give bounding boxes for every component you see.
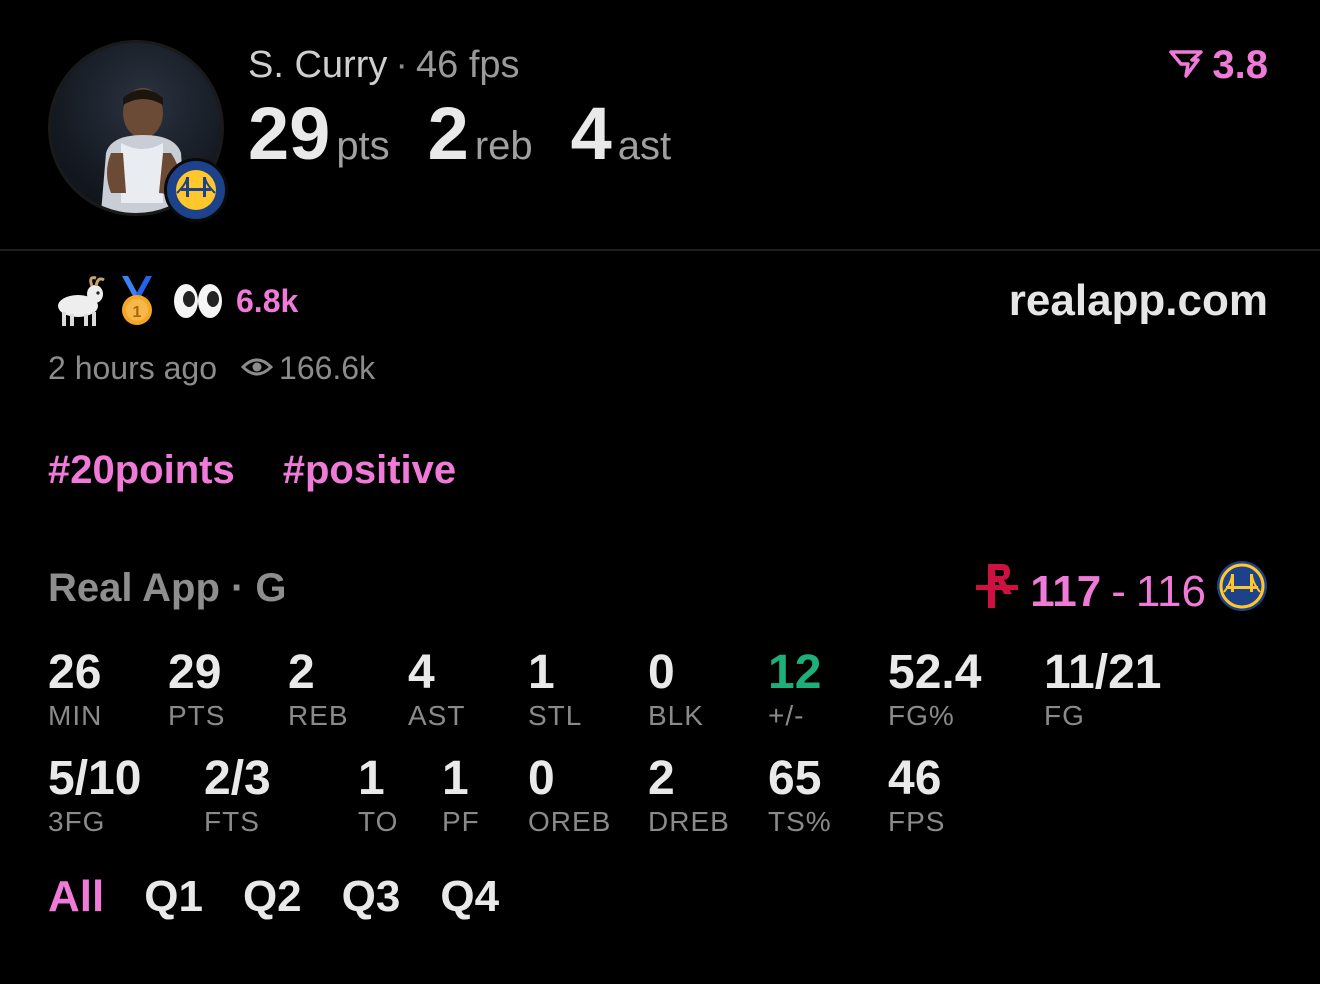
stat-label: BLK bbox=[648, 700, 704, 731]
stat-label: REB bbox=[288, 700, 349, 731]
stat-oreb: 0 OREB bbox=[528, 752, 611, 838]
stat-plus-minus: 12 +/- bbox=[768, 646, 821, 732]
stat-reb: 2 REB bbox=[288, 646, 349, 732]
stat-to: 1 TO bbox=[358, 752, 398, 838]
stat-label: AST bbox=[408, 700, 466, 731]
stat-label: MIN bbox=[48, 700, 103, 731]
player-avatar[interactable] bbox=[48, 40, 228, 222]
stat-value: 2/3 bbox=[204, 752, 271, 805]
stat-value: 2 bbox=[648, 752, 675, 805]
stat-ast: 4 AST bbox=[408, 646, 465, 732]
eyes-emoji-icon[interactable] bbox=[168, 272, 226, 330]
game-score[interactable]: 117-116 bbox=[974, 560, 1268, 623]
assists-value: 4 bbox=[570, 92, 612, 175]
stat-label: PF bbox=[442, 806, 480, 837]
stat-fps: 46 FPS bbox=[888, 752, 945, 838]
rating-value: 3.8 bbox=[1212, 43, 1268, 87]
stat-label: TS% bbox=[768, 806, 832, 837]
stat-fts: 2/3 FTS bbox=[204, 752, 271, 838]
player-post-card: S. Curry·46 fps 29pts2reb4ast 3.8 bbox=[0, 0, 1320, 984]
stat-label: TO bbox=[358, 806, 399, 837]
home-score: 117 bbox=[1030, 566, 1102, 616]
header-divider bbox=[0, 249, 1320, 251]
stat-min: 26 MIN bbox=[48, 646, 102, 732]
hashtag[interactable]: #positive bbox=[283, 448, 456, 493]
away-score: 116 bbox=[1135, 566, 1206, 616]
rockets-logo-icon bbox=[974, 560, 1020, 623]
quarter-tabs: All Q1 Q2 Q3 Q4 bbox=[48, 872, 499, 922]
reaction-count: 6.8k bbox=[236, 282, 299, 319]
score-dash: - bbox=[1111, 566, 1126, 616]
points-value: 29 bbox=[248, 92, 331, 175]
view-count: 166.6k bbox=[240, 350, 376, 387]
stat-value: 65 bbox=[768, 752, 822, 805]
tab-all[interactable]: All bbox=[48, 872, 104, 922]
points-unit: pts bbox=[336, 124, 390, 168]
eye-icon bbox=[240, 350, 274, 387]
stat-label: FPS bbox=[888, 806, 946, 837]
stat-stl: 1 STL bbox=[528, 646, 582, 732]
goat-emoji-icon[interactable] bbox=[48, 272, 106, 330]
hashtag-list: #20points #positive bbox=[48, 448, 456, 493]
warriors-logo-icon bbox=[164, 158, 228, 222]
league-position: Real App · G bbox=[48, 566, 287, 610]
stat-value: 1 bbox=[358, 752, 385, 805]
tab-q1[interactable]: Q1 bbox=[144, 872, 203, 922]
tab-q2[interactable]: Q2 bbox=[243, 872, 302, 922]
stat-value: 2 bbox=[288, 646, 315, 699]
stat-value: 4 bbox=[408, 646, 435, 699]
stat-value: 0 bbox=[528, 752, 555, 805]
stat-label: STL bbox=[528, 700, 583, 731]
rating-button[interactable]: 3.8 bbox=[1168, 40, 1268, 90]
rebounds-unit: reb bbox=[474, 124, 533, 168]
reactions-bar[interactable]: 1 6.8k bbox=[48, 272, 298, 330]
stat-label: +/- bbox=[768, 700, 805, 731]
headline-stats: 29 pts 2 reb 4 ast bbox=[248, 94, 709, 195]
player-header: S. Curry · 46 fps 29 pts 2 reb 4 ast bbox=[248, 40, 709, 195]
rating-icon bbox=[1168, 40, 1204, 90]
views-value: 166.6k bbox=[279, 350, 376, 386]
tab-q4[interactable]: Q4 bbox=[440, 872, 499, 922]
stat-value: 5/10 bbox=[48, 752, 142, 805]
stat-3fg: 5/10 3FG bbox=[48, 752, 141, 838]
stat-value: 0 bbox=[648, 646, 675, 699]
stat-value: 1 bbox=[442, 752, 469, 805]
stat-fg: 11/21 FG bbox=[1044, 646, 1161, 732]
site-link[interactable]: realapp.com bbox=[1009, 276, 1268, 326]
name-separator: · bbox=[395, 44, 409, 86]
stat-blk: 0 BLK bbox=[648, 646, 704, 732]
post-time: 2 hours ago bbox=[48, 350, 218, 386]
svg-text:1: 1 bbox=[133, 304, 142, 321]
stat-value: 12 bbox=[768, 646, 822, 699]
stat-fg-pct: 52.4 FG% bbox=[888, 646, 981, 732]
stat-value: 46 bbox=[888, 752, 942, 805]
stat-pts: 29 PTS bbox=[168, 646, 225, 732]
stat-label: FG bbox=[1044, 700, 1085, 731]
medal-emoji-icon[interactable]: 1 bbox=[108, 272, 166, 330]
post-meta: 2 hours ago 166.6k bbox=[48, 350, 375, 387]
player-name[interactable]: S. Curry bbox=[248, 44, 387, 86]
stat-label: OREB bbox=[528, 806, 612, 837]
stat-value: 11/21 bbox=[1044, 646, 1162, 699]
stat-dreb: 2 DREB bbox=[648, 752, 730, 838]
warriors-small-logo-icon bbox=[1216, 560, 1268, 623]
rebounds-value: 2 bbox=[427, 92, 469, 175]
stat-pf: 1 PF bbox=[442, 752, 480, 838]
stat-label: DREB bbox=[648, 806, 730, 837]
player-name-line: S. Curry · 46 fps bbox=[248, 40, 709, 90]
stat-label: FG% bbox=[888, 700, 955, 731]
stat-label: PTS bbox=[168, 700, 226, 731]
tab-q3[interactable]: Q3 bbox=[342, 872, 401, 922]
assists-unit: ast bbox=[617, 124, 672, 168]
stat-value: 29 bbox=[168, 646, 222, 699]
stat-ts-pct: 65 TS% bbox=[768, 752, 832, 838]
stat-label: FTS bbox=[204, 806, 260, 837]
stat-value: 26 bbox=[48, 646, 102, 699]
hashtag[interactable]: #20points bbox=[48, 448, 235, 493]
stat-value: 52.4 bbox=[888, 646, 982, 699]
stat-label: 3FG bbox=[48, 806, 106, 837]
fps-label: 46 fps bbox=[416, 44, 520, 86]
stat-value: 1 bbox=[528, 646, 555, 699]
